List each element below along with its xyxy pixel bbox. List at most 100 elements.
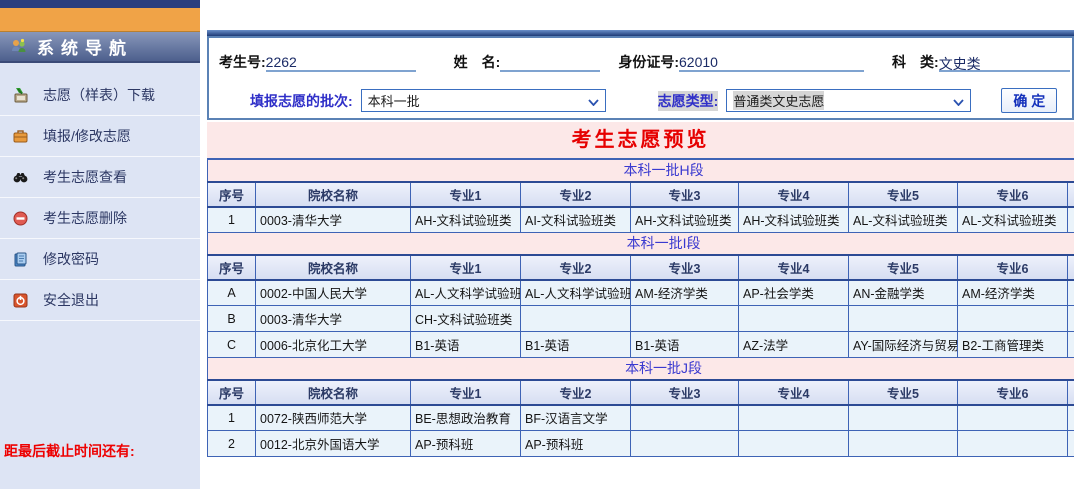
header-cell: 院校名称 <box>256 380 411 405</box>
table-row: B0003-清华大学CH-文科试验班类 <box>208 306 1074 332</box>
sidebar-item-label: 填报/修改志愿 <box>43 126 131 146</box>
sidebar-header: 系统导航 <box>0 32 200 63</box>
header-cell: 专业3 <box>631 380 739 405</box>
preview-panel: 考生志愿预览 本科一批H段序号院校名称专业1专业2专业3专业4专业5专业6100… <box>207 122 1074 455</box>
table-header-row: 序号院校名称专业1专业2专业3专业4专业5专业6 <box>208 255 1074 280</box>
main-area: 考生号: 2262 姓 名: 身份证号: 62010 科 类: 文史类 填报志愿… <box>207 0 1074 489</box>
header-cell: 序号 <box>208 255 256 280</box>
table-header-row: 序号院校名称专业1专业2专业3专业4专业5专业6 <box>208 380 1074 405</box>
table-cell: AH-文科试验班类 <box>631 207 739 233</box>
sidebar-menu: 志愿（样表）下载 填报/修改志愿 考生志愿查看 <box>0 75 200 321</box>
table-cell <box>1068 431 1074 457</box>
table-cell <box>849 306 958 332</box>
table-cell: 0072-陕西师范大学 <box>256 405 411 431</box>
table-cell: AM-经济学类 <box>631 280 739 306</box>
preview-table-wrap: 本科一批H段序号院校名称专业1专业2专业3专业4专业5专业610003-清华大学… <box>207 158 1074 457</box>
header-cell: 专业1 <box>411 255 521 280</box>
header-cell: 专业2 <box>521 182 631 207</box>
table-row: 20012-北京外国语大学AP-预科班AP-预科班 <box>208 431 1074 457</box>
table-cell: BF-汉语言文学 <box>521 405 631 431</box>
table-cell <box>631 306 739 332</box>
header-cell: 专业5 <box>849 380 958 405</box>
table-cell: AI-文科试验班类 <box>521 207 631 233</box>
table-cell: 1 <box>208 207 256 233</box>
header-cell: 院校名称 <box>256 182 411 207</box>
sidebar-item-fill-modify[interactable]: 填报/修改志愿 <box>0 116 200 157</box>
deadline-notice: 距最后截止时间还有: <box>4 441 135 461</box>
name-value <box>500 54 600 72</box>
header-cell <box>1068 380 1074 405</box>
table-cell: B1-英语 <box>521 332 631 358</box>
batch-label: 填报志愿的批次: <box>250 91 353 111</box>
type-label: 志愿类型: <box>658 91 719 111</box>
table-cell: AL-人文科学试验班 <box>411 280 521 306</box>
header-cell: 序号 <box>208 380 256 405</box>
sidebar-item-label: 考生志愿删除 <box>43 208 127 228</box>
section-title-row: 本科一批J段 <box>208 358 1074 380</box>
header-cell: 院校名称 <box>256 255 411 280</box>
table-cell: CH-文科试验班类 <box>411 306 521 332</box>
table-cell <box>1068 207 1074 233</box>
confirm-button[interactable]: 确 定 <box>1001 88 1057 113</box>
header-cell: 专业2 <box>521 255 631 280</box>
table-cell <box>631 431 739 457</box>
header-cell: 专业5 <box>849 255 958 280</box>
candidate-info-panel: 考生号: 2262 姓 名: 身份证号: 62010 科 类: 文史类 填报志愿… <box>207 36 1074 120</box>
sidebar-item-view[interactable]: 考生志愿查看 <box>0 157 200 198</box>
table-cell <box>1068 332 1074 358</box>
section-title-row: 本科一批I段 <box>208 233 1074 255</box>
batch-select-value: 本科一批 <box>368 91 420 110</box>
type-select-value: 普通类文史志愿 <box>733 91 824 110</box>
table-cell: AY-国际经济与贸易 <box>849 332 958 358</box>
candidate-no-value: 2262 <box>266 54 416 72</box>
sidebar-item-download[interactable]: 志愿（样表）下载 <box>0 75 200 116</box>
table-cell: 0002-中国人民大学 <box>256 280 411 306</box>
sidebar: 系统导航 志愿（样表）下载 填报/修改志愿 <box>0 0 200 489</box>
header-cell: 专业6 <box>958 182 1068 207</box>
section-title-row: 本科一批H段 <box>208 160 1074 182</box>
table-row: C0006-北京化工大学B1-英语B1-英语B1-英语AZ-法学AY-国际经济与… <box>208 332 1074 358</box>
table-cell: AN-金融学类 <box>849 280 958 306</box>
sidebar-item-delete[interactable]: 考生志愿删除 <box>0 198 200 239</box>
table-cell: 0006-北京化工大学 <box>256 332 411 358</box>
header-cell: 专业4 <box>739 182 849 207</box>
header-cell: 专业4 <box>739 255 849 280</box>
table-cell: 0003-清华大学 <box>256 207 411 233</box>
sidebar-top-bar <box>0 0 200 8</box>
type-select[interactable]: 普通类文史志愿 <box>726 89 971 112</box>
table-cell <box>521 306 631 332</box>
briefcase-icon <box>12 128 29 145</box>
table-cell: BE-思想政治教育 <box>411 405 521 431</box>
table-cell: B <box>208 306 256 332</box>
table-cell <box>1068 280 1074 306</box>
table-cell: 0012-北京外国语大学 <box>256 431 411 457</box>
table-row: A0002-中国人民大学AL-人文科学试验班AL-人文科学试验班AM-经济学类A… <box>208 280 1074 306</box>
subject-label: 科 类: <box>892 52 939 72</box>
header-cell: 专业6 <box>958 255 1068 280</box>
sidebar-item-password[interactable]: 修改密码 <box>0 239 200 280</box>
table-cell: B1-英语 <box>631 332 739 358</box>
section-title: 本科一批H段 <box>208 160 1074 182</box>
table-cell: C <box>208 332 256 358</box>
preview-table: 本科一批H段序号院校名称专业1专业2专业3专业4专业5专业610003-清华大学… <box>207 159 1074 457</box>
table-cell: AL-人文科学试验班 <box>521 280 631 306</box>
table-cell: AL-文科试验班类 <box>958 207 1068 233</box>
name-label: 姓 名: <box>454 52 501 72</box>
table-cell: AH-文科试验班类 <box>411 207 521 233</box>
id-value: 62010 <box>679 54 864 72</box>
table-cell: B2-工商管理类 <box>958 332 1068 358</box>
id-label: 身份证号: <box>618 52 679 72</box>
preview-title: 考生志愿预览 <box>207 122 1074 158</box>
power-icon <box>12 292 29 309</box>
sidebar-item-label: 安全退出 <box>43 290 99 310</box>
sidebar-item-logout[interactable]: 安全退出 <box>0 280 200 321</box>
header-cell: 专业1 <box>411 182 521 207</box>
batch-select[interactable]: 本科一批 <box>361 89 606 112</box>
table-cell: 1 <box>208 405 256 431</box>
table-cell: AP-社会学类 <box>739 280 849 306</box>
header-cell <box>1068 255 1074 280</box>
table-cell: AP-预科班 <box>411 431 521 457</box>
table-cell <box>849 431 958 457</box>
sidebar-orange-bar <box>0 8 200 32</box>
remove-icon <box>12 210 29 227</box>
